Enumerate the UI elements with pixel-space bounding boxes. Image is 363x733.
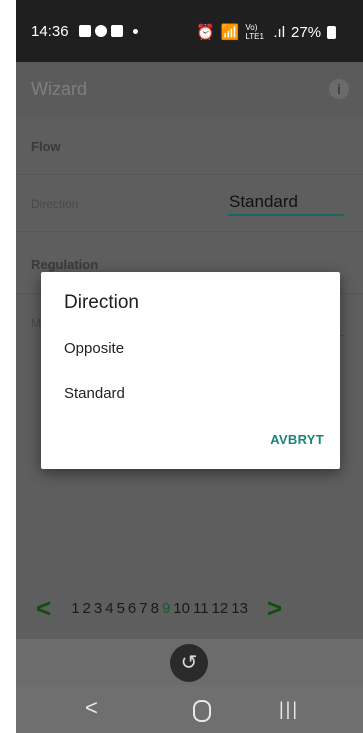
page-number[interactable]: 4 (105, 600, 113, 617)
phone-screen: 14:36 ⏰ 📶 Vo) LTE1 .ıl 27% Wizard i Flow… (16, 0, 363, 733)
info-icon[interactable]: i (329, 79, 349, 99)
bottom-action-bar: ↺ (16, 639, 363, 685)
wifi-icon: 📶 (220, 24, 240, 41)
option-standard[interactable]: Standard (64, 385, 125, 402)
flow-section-row: Flow (16, 117, 363, 175)
status-right: ⏰ 📶 Vo) LTE1 .ıl 27% (196, 23, 337, 41)
nav-home-icon[interactable] (193, 700, 211, 722)
dialog-title: Direction (64, 292, 139, 313)
battery-label: 27% (291, 23, 322, 41)
page-number[interactable]: 2 (83, 600, 91, 617)
messenger-icon (95, 25, 107, 37)
direction-value[interactable]: Standard (229, 192, 298, 212)
page-number[interactable]: 12 (212, 600, 229, 617)
status-time: 14:36 (31, 23, 69, 40)
page-number[interactable]: 10 (173, 600, 190, 617)
direction-dialog: Direction Opposite Standard AVBRYT (41, 272, 340, 469)
nav-recents-icon[interactable]: ||| (279, 699, 299, 720)
signal-icon: .ıl (273, 23, 286, 41)
next-page-button[interactable]: > (267, 595, 282, 621)
status-bar: 14:36 ⏰ 📶 Vo) LTE1 .ıl 27% (16, 0, 363, 62)
notification-icons (79, 25, 138, 37)
page-number-current[interactable]: 9 (162, 600, 170, 617)
mode-label: M (31, 316, 41, 330)
page-number[interactable]: 7 (139, 600, 147, 617)
alarm-icon: ⏰ (196, 24, 215, 41)
system-nav-bar: < ||| (16, 685, 363, 733)
nav-back-icon[interactable]: < (85, 695, 98, 721)
direction-underline (228, 214, 344, 216)
cancel-button[interactable]: AVBRYT (270, 432, 324, 447)
previous-page-button[interactable]: < (36, 595, 51, 621)
page-title: Wizard (31, 79, 88, 99)
regulation-section-title: Regulation (31, 257, 99, 272)
undo-icon[interactable]: ↺ (170, 644, 208, 682)
page-navigator: < 1 2 3 4 5 6 7 8 9 10 11 12 13 > (16, 594, 363, 622)
battery-icon (327, 25, 337, 39)
network-label: Vo) LTE1 (245, 23, 264, 41)
page-number[interactable]: 1 (71, 600, 79, 617)
option-opposite[interactable]: Opposite (64, 340, 124, 357)
more-notifications-icon (133, 29, 138, 34)
mail-icon (111, 25, 123, 37)
gallery-icon (79, 25, 91, 37)
flow-section-title: Flow (31, 139, 61, 154)
direction-row: Direction Standard (16, 174, 363, 232)
page-number[interactable]: 13 (231, 600, 248, 617)
page-number[interactable]: 6 (128, 600, 136, 617)
page-number[interactable]: 5 (117, 600, 125, 617)
direction-label: Direction (31, 197, 79, 211)
page-number[interactable]: 11 (193, 600, 209, 617)
page-number[interactable]: 3 (94, 600, 102, 617)
page-number[interactable]: 8 (151, 600, 159, 617)
app-bar: Wizard i (16, 62, 363, 118)
